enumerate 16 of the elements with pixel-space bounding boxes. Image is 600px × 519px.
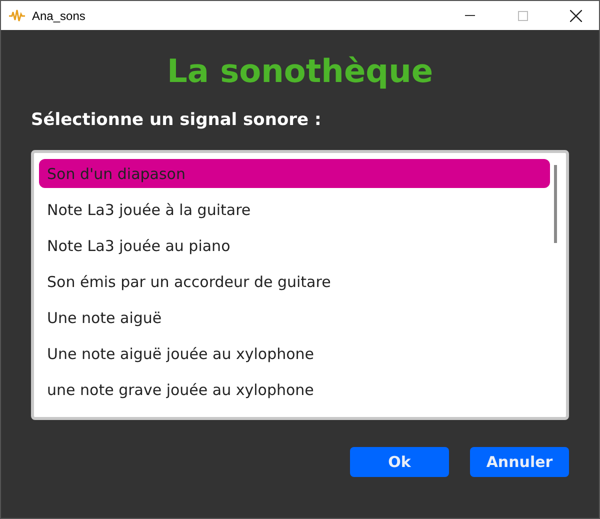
window-title: Ana_sons — [32, 8, 86, 22]
minimize-icon[interactable] — [465, 15, 475, 16]
scrollbar-thumb[interactable] — [554, 165, 557, 243]
list-item[interactable]: une note grave jouée au xylophone — [39, 375, 550, 404]
ok-button[interactable]: Ok — [350, 447, 449, 477]
heading: La sonothèque — [166, 52, 434, 90]
waveform-icon — [9, 8, 25, 22]
list-item[interactable]: Note La3 jouée à la guitare — [39, 195, 550, 224]
list-item[interactable]: Note La3 jouée au piano — [39, 231, 550, 260]
cancel-button[interactable]: Annuler — [470, 447, 569, 477]
list-item[interactable]: Une note aiguë jouée au xylophone — [39, 339, 550, 368]
close-icon[interactable] — [570, 10, 582, 22]
list-item[interactable]: Une note aiguë — [39, 303, 550, 332]
list-item[interactable]: Son émis par un accordeur de guitare — [39, 267, 550, 296]
maximize-icon[interactable] — [518, 10, 528, 20]
prompt-label: Sélectionne un signal sonore : — [31, 110, 322, 130]
